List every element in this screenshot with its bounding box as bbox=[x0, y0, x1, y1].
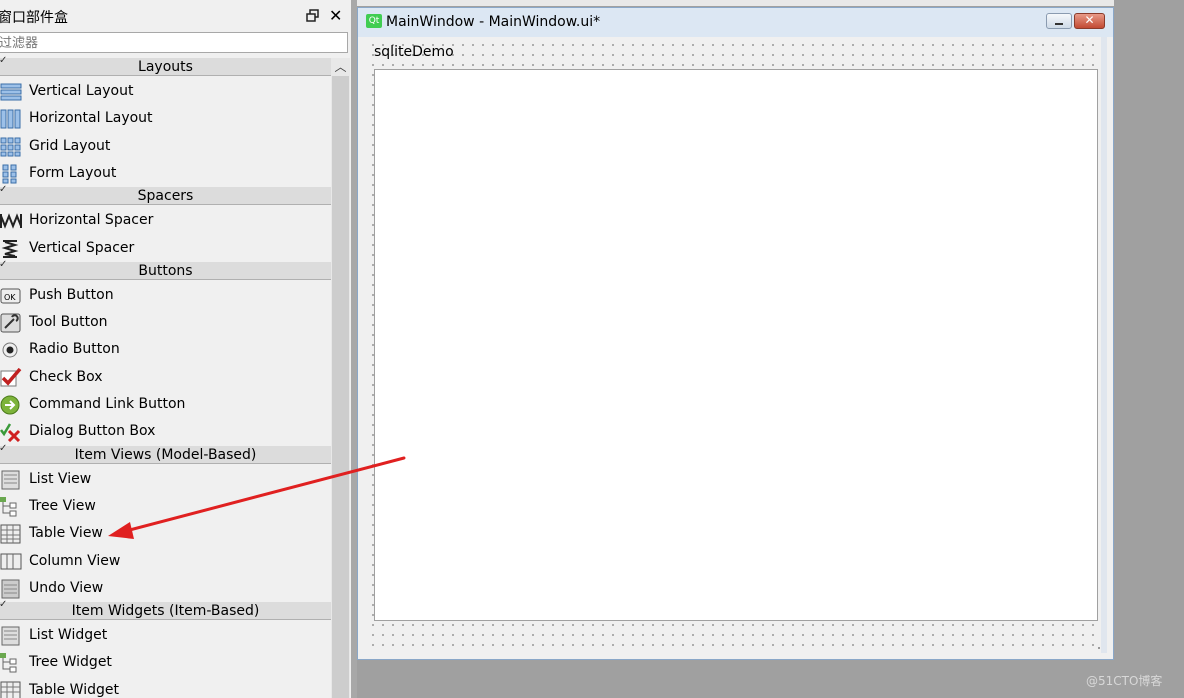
minimize-button[interactable] bbox=[1046, 13, 1072, 29]
category-header[interactable]: ✓ Buttons bbox=[0, 259, 331, 280]
scroll-up-icon[interactable]: ︿ bbox=[333, 58, 348, 76]
category-label: Layouts bbox=[138, 59, 193, 75]
form-layout-icon bbox=[2, 164, 17, 184]
widget-item-label: Command Link Button bbox=[29, 396, 186, 412]
widget-item-label: Table View bbox=[29, 525, 103, 542]
widget-item[interactable]: Check Box bbox=[0, 364, 331, 391]
tool-button-icon bbox=[0, 313, 21, 333]
form-title: MainWindow - MainWindow.ui* bbox=[386, 14, 601, 30]
widget-item-label: Push Button bbox=[29, 286, 114, 303]
widget-item[interactable]: Vertical Layout bbox=[0, 78, 331, 105]
widget-item[interactable]: Vertical Spacer bbox=[0, 235, 331, 262]
scroll-thumb[interactable] bbox=[332, 76, 349, 698]
minimize-icon bbox=[1055, 23, 1063, 25]
filter-input[interactable] bbox=[0, 32, 348, 53]
form-right-edge bbox=[1101, 37, 1107, 653]
widget-item-label: Radio Button bbox=[29, 341, 120, 358]
widget-item-label: Vertical Spacer bbox=[29, 239, 135, 256]
qt-icon: Qt bbox=[366, 14, 382, 28]
table-view-icon bbox=[0, 524, 21, 544]
category-label: Item Widgets (Item-Based) bbox=[71, 603, 260, 620]
widget-item-label: Table Widget bbox=[29, 681, 119, 698]
widget-item[interactable]: Horizontal Layout bbox=[0, 105, 331, 132]
widget-item[interactable]: Radio Button bbox=[0, 336, 331, 363]
vertical-spacer-icon bbox=[1, 239, 19, 258]
table-widget-icon bbox=[0, 681, 21, 698]
widget-item[interactable]: Undo View bbox=[0, 575, 331, 602]
svg-text:OK: OK bbox=[4, 293, 16, 302]
widget-item-label: List Widget bbox=[29, 627, 108, 644]
undo-view-icon bbox=[1, 579, 20, 599]
widget-item[interactable]: Table Widget bbox=[0, 677, 331, 698]
widget-item[interactable]: Column View bbox=[0, 548, 331, 575]
central-widget[interactable] bbox=[374, 69, 1098, 621]
widget-item-label: Tool Button bbox=[29, 314, 108, 331]
widget-item[interactable]: Table View bbox=[0, 520, 331, 547]
category-header[interactable]: ✓ Spacers bbox=[0, 184, 331, 206]
widget-item[interactable]: List Widget bbox=[0, 622, 331, 649]
widget-item-label: Horizontal Layout bbox=[29, 110, 153, 127]
form-canvas[interactable]: sqliteDemo bbox=[364, 37, 1107, 653]
close-icon[interactable]: ✕ bbox=[329, 8, 342, 24]
push-button-icon: OK bbox=[0, 288, 21, 304]
column-view-icon bbox=[0, 553, 22, 569]
vertical-layout-icon bbox=[0, 83, 22, 101]
tree-widget-icon bbox=[0, 653, 17, 673]
widget-item-label: Column View bbox=[29, 552, 121, 569]
widget-item[interactable]: Horizontal Spacer bbox=[0, 207, 331, 234]
workspace-background bbox=[1114, 0, 1184, 698]
widget-item-label: List View bbox=[29, 470, 92, 487]
widget-item-label: Grid Layout bbox=[29, 137, 111, 154]
category-header[interactable]: ✓ Item Views (Model-Based) bbox=[0, 443, 331, 464]
widget-item[interactable]: Form Layout bbox=[0, 160, 331, 187]
float-icon[interactable] bbox=[306, 9, 320, 23]
list-view-icon bbox=[1, 470, 20, 490]
widget-item[interactable]: Command Link Button bbox=[0, 391, 331, 418]
dialog-button-box-icon bbox=[0, 423, 21, 443]
list-widget-icon bbox=[1, 626, 20, 646]
horizontal-layout-icon bbox=[0, 109, 21, 129]
widget-item[interactable]: Tool Button bbox=[0, 309, 331, 336]
widget-item[interactable]: Tree Widget bbox=[0, 649, 331, 676]
dock-title: 窗口部件盒 bbox=[0, 10, 68, 26]
category-label: Spacers bbox=[137, 188, 194, 205]
widget-item-label: Tree View bbox=[29, 497, 96, 514]
horizontal-spacer-icon bbox=[0, 213, 22, 229]
tree-view-icon bbox=[0, 496, 17, 517]
widget-box-dock: 窗口部件盒 ✕ ✓Layouts Vertical Layout Horizonta… bbox=[0, 0, 351, 698]
widget-item-label: Check Box bbox=[29, 368, 103, 385]
watermark: @51CTO博客 bbox=[1086, 674, 1163, 688]
widget-item-label: Dialog Button Box bbox=[29, 423, 156, 440]
check-box-icon bbox=[0, 367, 22, 387]
widget-item[interactable]: OK Push Button bbox=[0, 282, 331, 309]
grid-layout-icon bbox=[0, 137, 21, 157]
widget-item-label: Vertical Layout bbox=[29, 83, 134, 99]
category-header[interactable]: ✓ Layouts bbox=[0, 55, 331, 76]
category-label: Item Views (Model-Based) bbox=[74, 446, 257, 463]
category-label: Buttons bbox=[138, 262, 193, 279]
form-window: Qt MainWindow - MainWindow.ui* ✕ sqliteD… bbox=[357, 7, 1114, 660]
dock-titlebar: 窗口部件盒 ✕ bbox=[0, 6, 351, 28]
widget-item-label: Tree Widget bbox=[29, 654, 112, 671]
category-header[interactable]: ✓ Item Widgets (Item-Based) bbox=[0, 599, 331, 621]
widget-item[interactable]: Dialog Button Box bbox=[0, 418, 331, 445]
widget-item[interactable]: Grid Layout bbox=[0, 133, 331, 160]
widget-item[interactable]: Tree View bbox=[0, 493, 331, 520]
form-titlebar: Qt MainWindow - MainWindow.ui* ✕ bbox=[358, 8, 1113, 37]
widget-item[interactable]: List View bbox=[0, 466, 331, 493]
widget-item-label: Horizontal Spacer bbox=[29, 212, 154, 229]
widget-item-label: Form Layout bbox=[29, 164, 117, 181]
widget-list-scrollbar[interactable]: ︿ bbox=[331, 58, 350, 698]
command-link-icon bbox=[0, 395, 20, 415]
widget-item-label: Undo View bbox=[29, 579, 104, 596]
radio-button-icon bbox=[2, 342, 18, 358]
menu-bar-item[interactable]: sqliteDemo bbox=[374, 44, 454, 60]
close-button[interactable]: ✕ bbox=[1074, 13, 1105, 29]
